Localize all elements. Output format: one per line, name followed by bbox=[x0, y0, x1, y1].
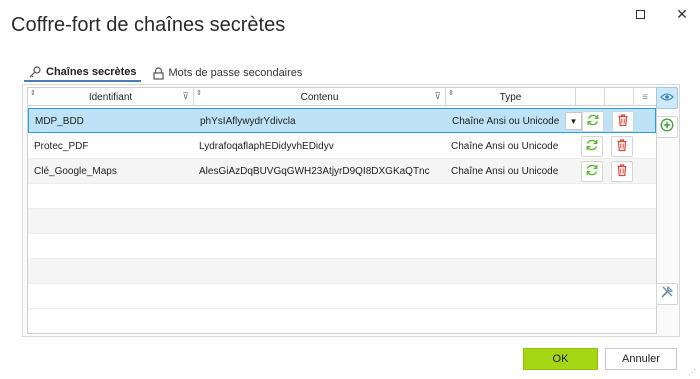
cell-identifiant[interactable]: Clé_Google_Maps bbox=[34, 159, 184, 184]
trash-icon bbox=[615, 163, 629, 180]
show-content-toggle[interactable] bbox=[656, 87, 678, 109]
delete-button[interactable] bbox=[611, 161, 633, 182]
close-button[interactable]: ✕ bbox=[670, 4, 694, 24]
close-icon: ✕ bbox=[676, 5, 688, 22]
tab-bar: Chaînes secrètes Mots de passe secondair… bbox=[24, 64, 306, 82]
sort-icon[interactable]: ⇕ bbox=[448, 89, 454, 97]
delete-button[interactable] bbox=[611, 136, 633, 157]
column-header-delete bbox=[605, 88, 634, 106]
trash-icon bbox=[615, 138, 629, 155]
secrets-table: ⇕ Identifiant ⊽ ⇕ Contenu ⊽ ⇕ Type ≡ MDP… bbox=[27, 87, 657, 334]
tab-chaines-secretes[interactable]: Chaînes secrètes bbox=[24, 64, 141, 82]
cell-identifiant[interactable]: Protec_PDF bbox=[34, 134, 184, 159]
settings-tools-button[interactable] bbox=[656, 283, 678, 305]
dialog-title: Coffre-fort de chaînes secrètes bbox=[11, 14, 286, 36]
delete-button[interactable] bbox=[612, 111, 634, 132]
minimize-icon bbox=[635, 9, 645, 19]
tab-label: Chaînes secrètes bbox=[46, 66, 137, 78]
refresh-icon bbox=[585, 163, 599, 180]
refresh-icon bbox=[585, 138, 599, 155]
table-header: ⇕ Identifiant ⊽ ⇕ Contenu ⊽ ⇕ Type ≡ bbox=[28, 88, 656, 106]
regenerate-button[interactable] bbox=[581, 161, 603, 182]
type-dropdown-button[interactable]: ▼ bbox=[565, 112, 582, 130]
regenerate-button[interactable] bbox=[582, 111, 604, 132]
cell-type[interactable]: Chaîne Ansi ou Unicode bbox=[451, 159, 586, 184]
cell-contenu[interactable]: LydrafoqaflaphEDidyvhEDidyv bbox=[199, 134, 439, 159]
add-secret-button[interactable] bbox=[656, 116, 678, 138]
cell-type[interactable]: Chaîne Ansi ou Unicode bbox=[451, 134, 586, 159]
padlock-icon bbox=[152, 66, 164, 80]
empty-row bbox=[28, 234, 656, 259]
minimize-button[interactable] bbox=[628, 4, 652, 24]
ok-button[interactable]: OK bbox=[523, 348, 598, 370]
empty-row bbox=[28, 209, 656, 234]
tab-mots-de-passe-secondaires[interactable]: Mots de passe secondaires bbox=[149, 64, 307, 82]
table-row[interactable]: MDP_BDD phYsIAflywydrYdivcla Chaîne Ansi… bbox=[28, 108, 656, 133]
cell-contenu[interactable]: phYsIAflywydrYdivcla bbox=[200, 109, 440, 134]
regenerate-button[interactable] bbox=[581, 136, 603, 157]
column-header-contenu[interactable]: ⇕ Contenu ⊽ bbox=[194, 88, 446, 106]
refresh-icon bbox=[586, 113, 600, 130]
cell-identifiant[interactable]: MDP_BDD bbox=[35, 109, 185, 134]
add-icon bbox=[660, 118, 674, 137]
tab-label: Mots de passe secondaires bbox=[168, 67, 303, 79]
empty-row bbox=[28, 184, 656, 209]
sort-icon[interactable]: ⇕ bbox=[30, 89, 36, 97]
column-menu-icon[interactable]: ≡ bbox=[634, 88, 656, 106]
sort-icon[interactable]: ⇕ bbox=[196, 89, 202, 97]
column-header-refresh bbox=[576, 88, 605, 106]
table-row[interactable]: Protec_PDF LydrafoqaflaphEDidyvhEDidyv C… bbox=[28, 134, 656, 159]
secrets-panel: ⇕ Identifiant ⊽ ⇕ Contenu ⊽ ⇕ Type ≡ MDP… bbox=[22, 84, 680, 337]
cell-contenu[interactable]: AlesGiAzDqBUVGqGWH23AtjyrD9QI8DXGKaQTnc bbox=[199, 159, 439, 184]
empty-row bbox=[28, 259, 656, 284]
cancel-button[interactable]: Annuler bbox=[605, 348, 677, 370]
column-header-identifiant[interactable]: ⇕ Identifiant ⊽ bbox=[28, 88, 194, 106]
filter-icon[interactable]: ⊽ bbox=[182, 91, 189, 102]
table-row[interactable]: Clé_Google_Maps AlesGiAzDqBUVGqGWH23Atjy… bbox=[28, 159, 656, 184]
column-header-type[interactable]: ⇕ Type bbox=[446, 88, 576, 106]
filter-icon[interactable]: ⊽ bbox=[434, 91, 441, 102]
resize-grip-icon[interactable]: ⋰ bbox=[688, 368, 696, 377]
tools-icon bbox=[660, 285, 674, 304]
trash-icon bbox=[616, 113, 630, 130]
eye-icon bbox=[660, 89, 674, 107]
empty-row bbox=[28, 284, 656, 309]
key-icon bbox=[28, 65, 41, 79]
